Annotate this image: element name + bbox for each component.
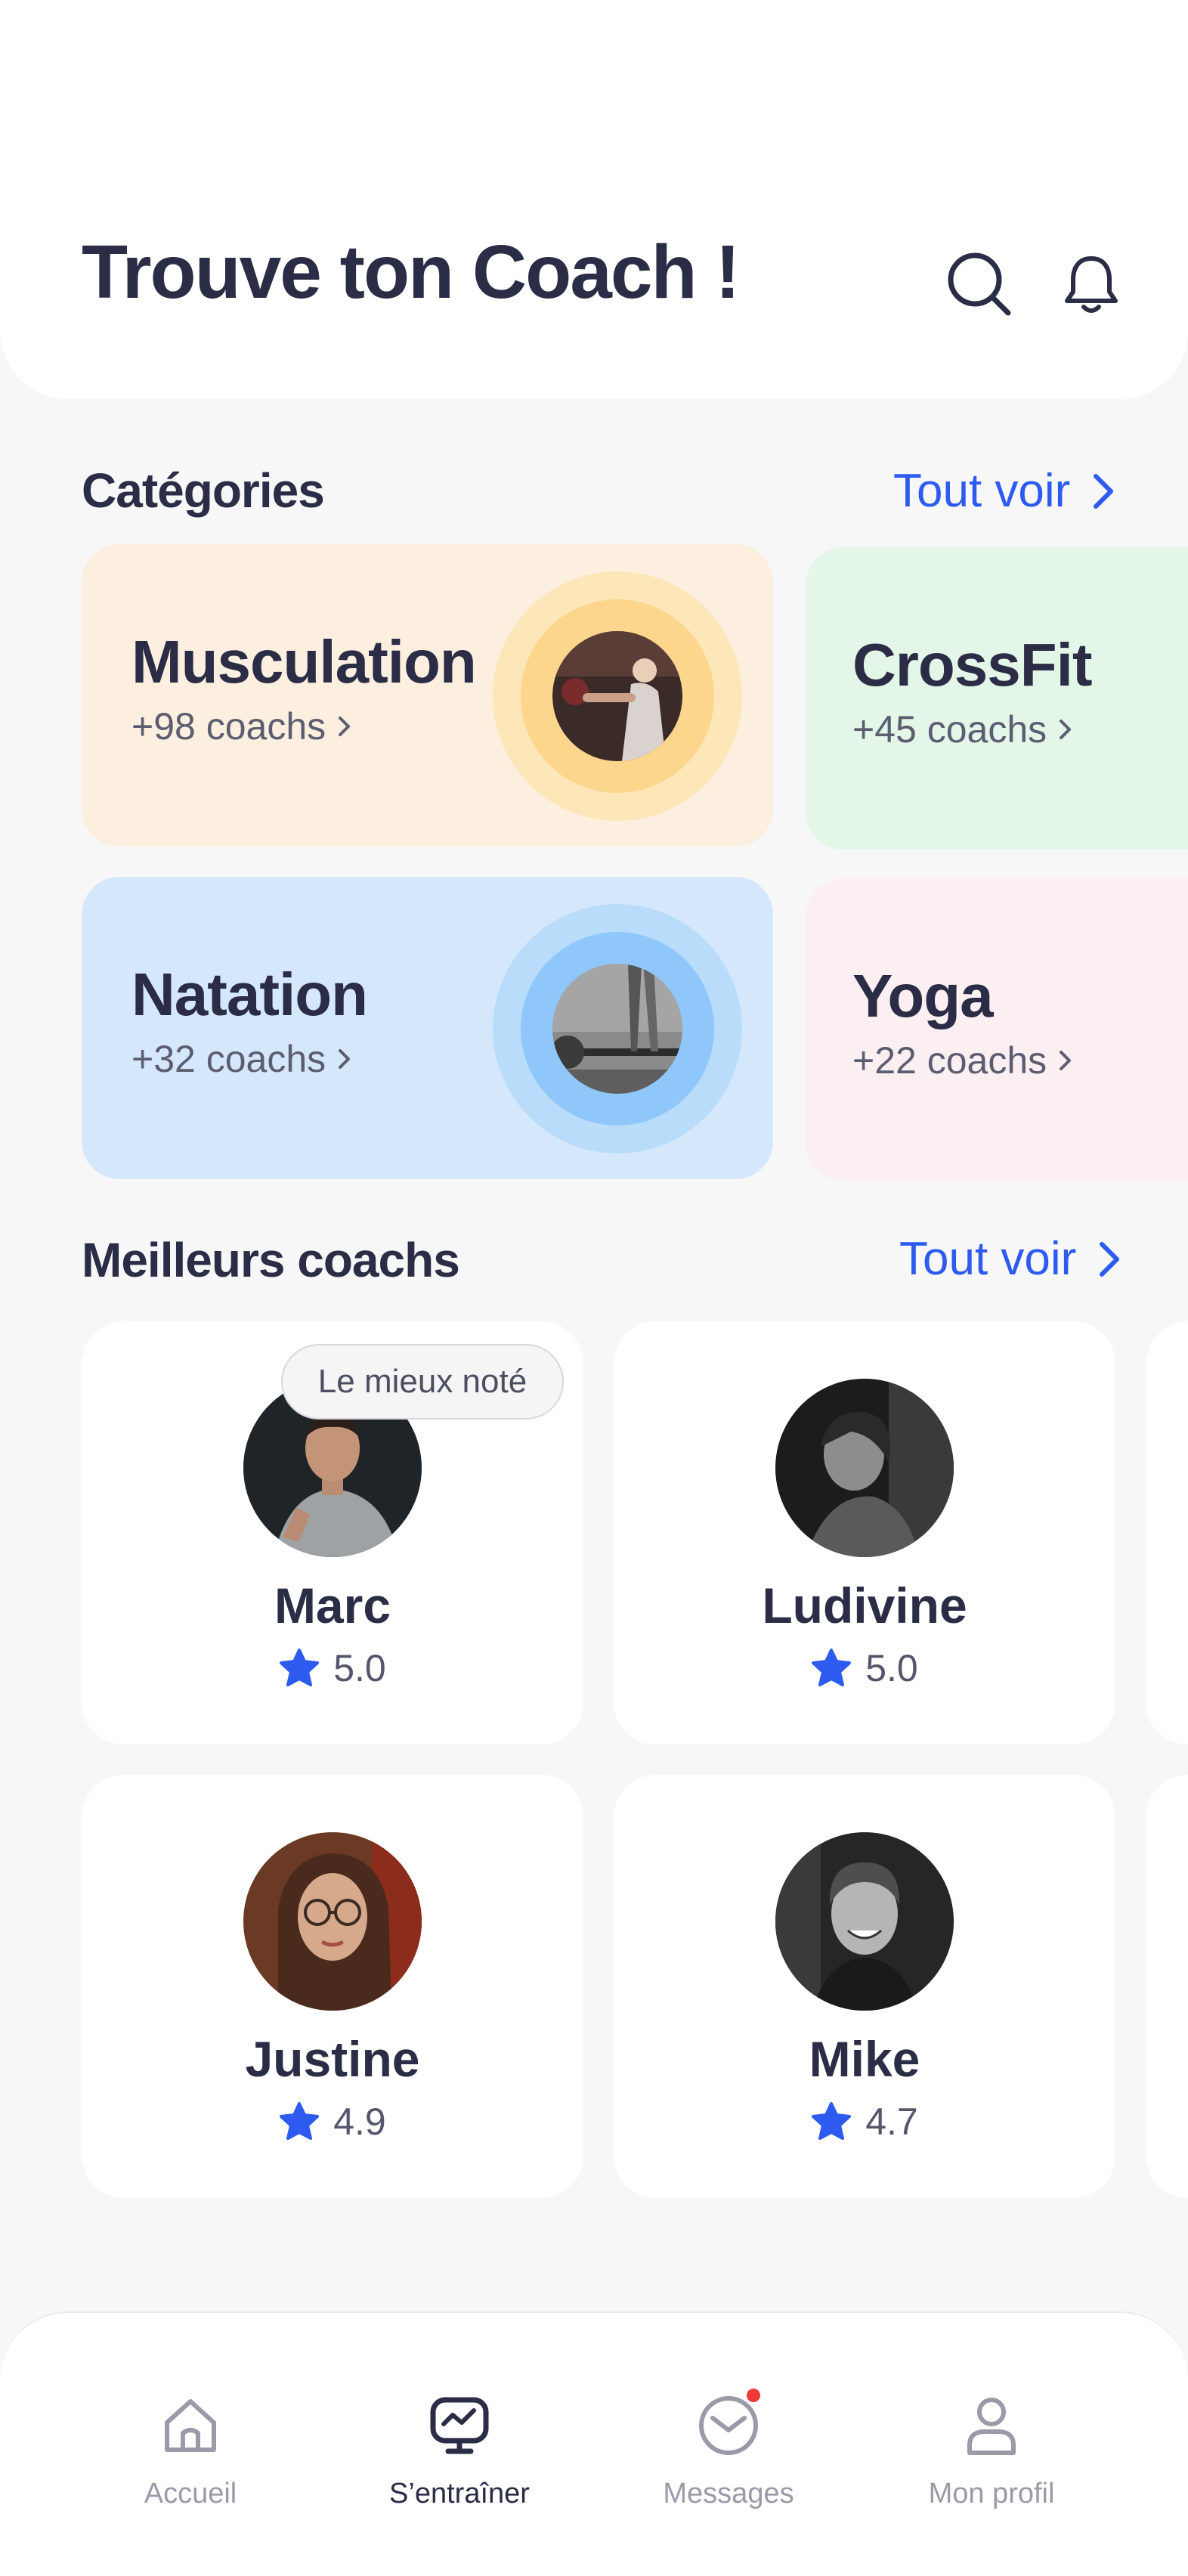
avatar — [243, 1832, 422, 2011]
coach-card-justine[interactable]: Justine 4.9 — [82, 1775, 583, 2198]
coach-rating: 4.9 — [82, 2100, 583, 2144]
category-name: Musculation — [131, 628, 477, 695]
category-name: CrossFit — [852, 631, 1092, 698]
chevron-right-icon — [1060, 720, 1072, 739]
nav-item-mon-profil[interactable]: Mon profil — [878, 2389, 1105, 2510]
header: Trouve ton Coach ! — [0, 0, 1188, 399]
star-icon — [812, 1649, 852, 1686]
coach-name: Justine — [245, 2031, 420, 2087]
home-icon — [154, 2389, 227, 2461]
coach-name: Ludivine — [762, 1577, 967, 1633]
nav-item-accueil[interactable]: Accueil — [77, 2389, 304, 2510]
category-count: +45 coachs — [852, 707, 1072, 751]
search-icon[interactable] — [945, 249, 1014, 319]
category-card-crossfit[interactable]: CrossFit +45 coachs — [806, 547, 1188, 850]
coach-card-marc[interactable]: Le mieux noté Marc 5.0 — [82, 1321, 583, 1745]
see-all-label: Tout voir — [893, 465, 1071, 517]
coaches-see-all[interactable]: Tout voir — [899, 1232, 1121, 1286]
coaches-title: Meilleurs coachs — [82, 1233, 460, 1287]
coach-name: Marc — [274, 1577, 391, 1633]
training-icon — [423, 2389, 496, 2461]
chevron-right-icon — [1060, 1051, 1072, 1070]
chevron-right-icon — [1100, 1241, 1120, 1277]
category-card-yoga[interactable]: Yoga +22 coachs — [806, 878, 1188, 1181]
category-card-natation[interactable]: Natation +32 coachs — [82, 877, 773, 1179]
coach-card-ludivine[interactable]: Ludivine 5.0 — [614, 1321, 1115, 1745]
user-icon — [955, 2389, 1028, 2461]
nav-label: Messages — [663, 2478, 794, 2509]
top-rated-badge: Le mieux noté — [281, 1344, 564, 1420]
nav-item-messages[interactable]: Messages — [615, 2389, 842, 2510]
avatar — [775, 1379, 954, 1557]
category-count: +98 coachs — [131, 704, 351, 748]
bell-icon[interactable] — [1057, 249, 1126, 319]
page-title: Trouve ton Coach ! — [82, 230, 741, 314]
nav-label: Mon profil — [928, 2478, 1055, 2509]
notification-dot — [747, 2389, 760, 2402]
coach-rating: 4.7 — [614, 2100, 1115, 2144]
category-name: Yoga — [852, 962, 994, 1029]
coach-card-partial[interactable] — [1146, 1321, 1188, 1745]
category-name: Natation — [131, 961, 368, 1028]
star-icon — [280, 2102, 320, 2140]
see-all-label: Tout voir — [899, 1233, 1077, 1285]
mail-icon — [692, 2389, 765, 2461]
chevron-right-icon — [339, 1049, 351, 1069]
star-icon — [812, 2102, 852, 2140]
category-card-musculation[interactable]: Musculation +98 coachs — [82, 544, 773, 847]
coach-rating: 5.0 — [82, 1646, 583, 1690]
category-count: +22 coachs — [852, 1039, 1072, 1082]
avatar — [775, 1832, 954, 2011]
bottom-nav: Accueil S’entraîner Messages Mon profil — [0, 2311, 1188, 2576]
coach-rating: 5.0 — [614, 1646, 1115, 1690]
chevron-right-icon — [1094, 473, 1114, 509]
nav-item-sentrainer[interactable]: S’entraîner — [346, 2389, 573, 2510]
categories-see-all[interactable]: Tout voir — [893, 464, 1115, 518]
category-count: +32 coachs — [131, 1037, 351, 1081]
chevron-right-icon — [339, 717, 351, 736]
category-ring — [493, 904, 742, 1153]
coach-card-partial[interactable] — [1146, 1775, 1188, 2198]
coach-card-mike[interactable]: Mike 4.7 — [614, 1775, 1115, 2198]
category-photo-natation — [552, 964, 682, 1094]
nav-label: Accueil — [144, 2478, 237, 2509]
category-photo-musculation — [552, 631, 682, 761]
category-ring — [493, 571, 742, 821]
coach-name: Mike — [809, 2031, 920, 2087]
star-icon — [280, 1649, 320, 1686]
nav-label: S’entraîner — [389, 2478, 530, 2509]
categories-title: Catégories — [82, 463, 325, 518]
